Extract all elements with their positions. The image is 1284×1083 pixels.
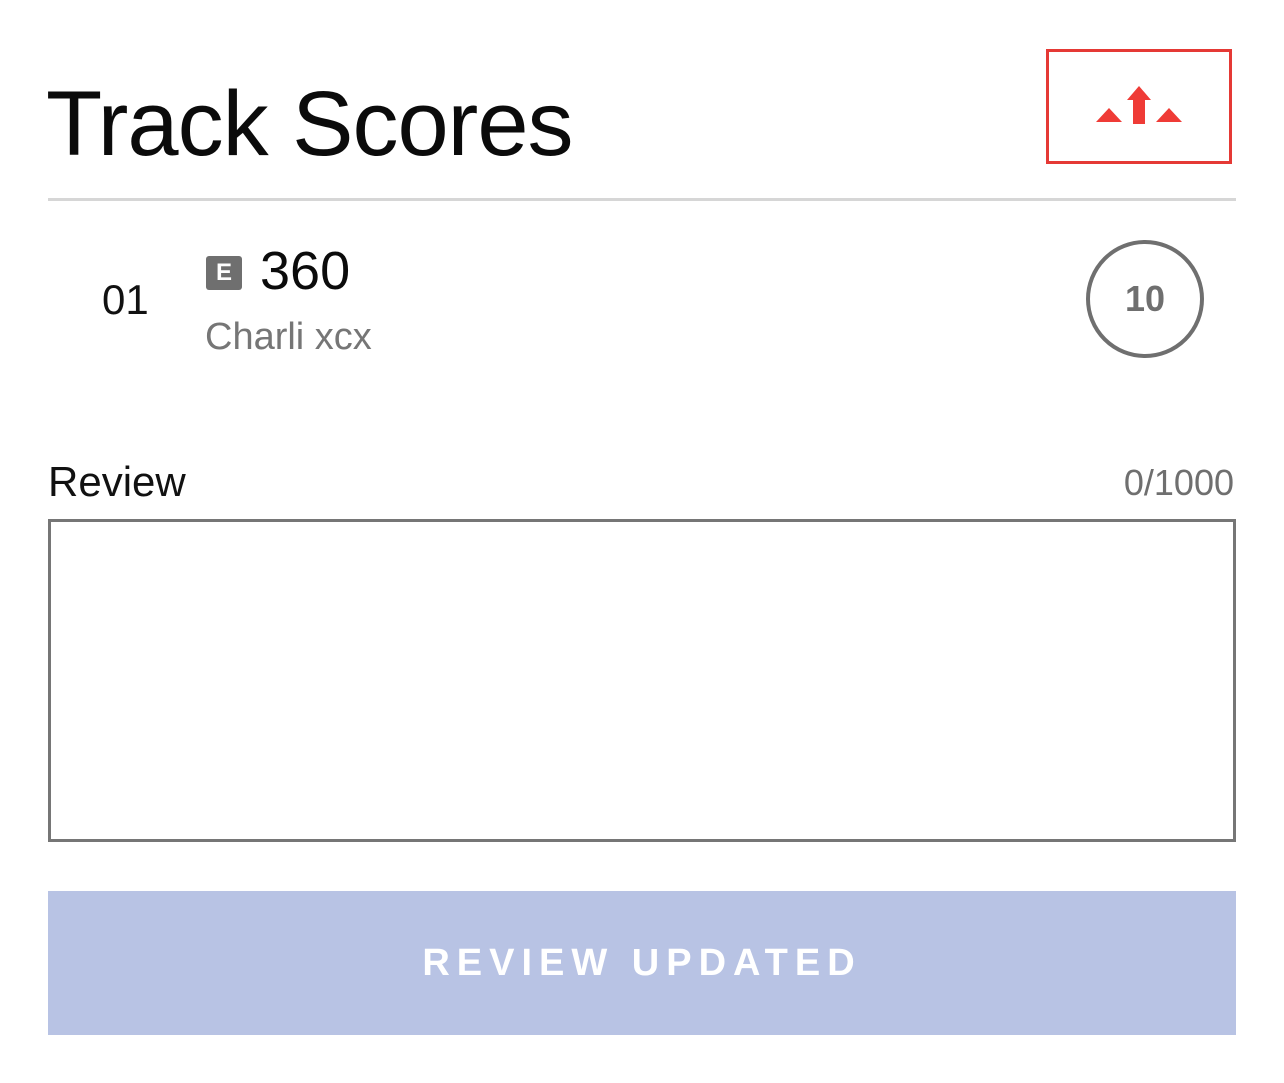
triangles-arrow-up-icon	[1096, 85, 1182, 124]
page-title: Track Scores	[46, 73, 573, 175]
header-divider	[48, 198, 1236, 201]
track-scores-page: Track Scores 01 E 360 Charli xcx 10 Revi…	[0, 0, 1284, 1083]
explicit-badge: E	[206, 256, 242, 290]
track-score-button[interactable]: 10	[1086, 240, 1204, 358]
track-artist: Charli xcx	[205, 316, 372, 358]
review-input[interactable]	[48, 519, 1236, 842]
track-number: 01	[102, 276, 149, 323]
review-char-count: 0/1000	[1123, 462, 1234, 503]
track-title: 360	[260, 241, 351, 301]
logo-button[interactable]	[1046, 49, 1232, 164]
review-updated-button[interactable]: REVIEW UPDATED	[48, 891, 1236, 1035]
review-label: Review	[48, 458, 186, 505]
